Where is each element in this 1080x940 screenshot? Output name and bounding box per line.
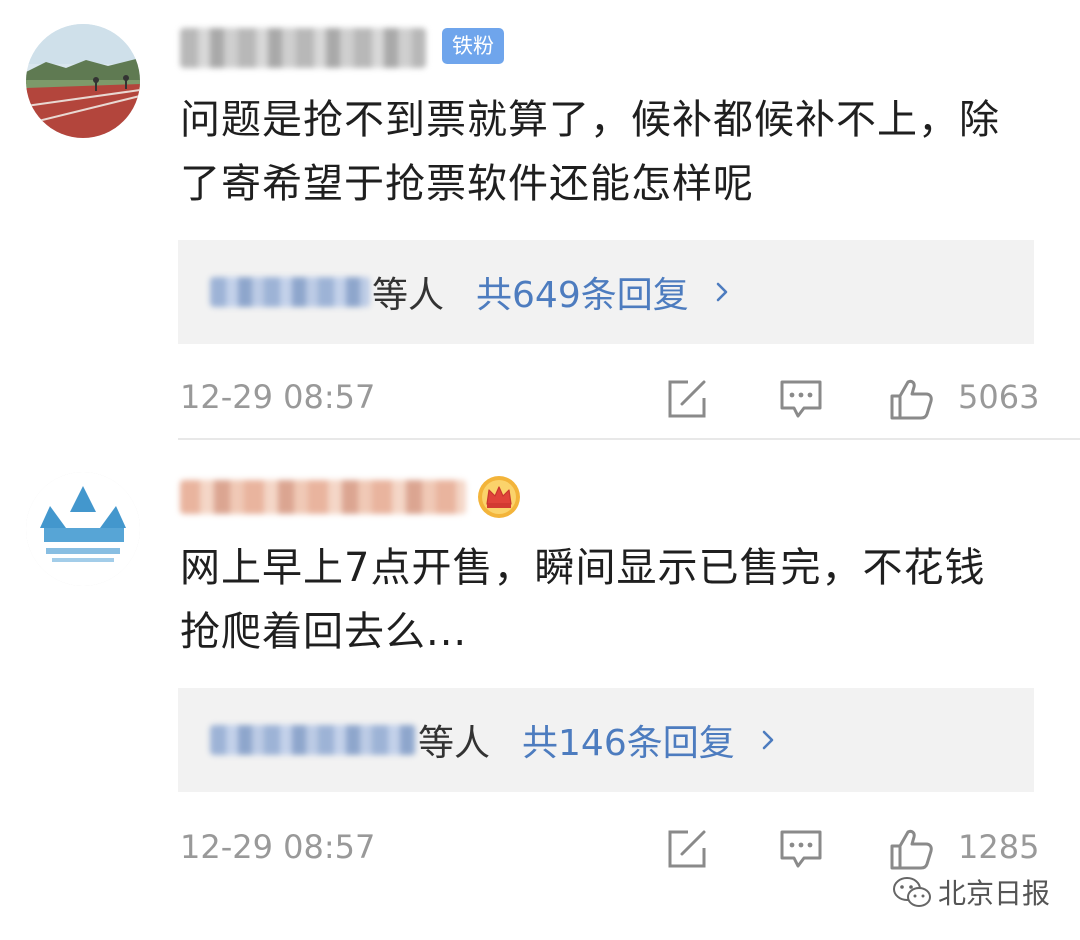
reply-usernames [210,277,370,307]
like-count: 5063 [958,378,1040,416]
reply-count-link[interactable]: 共146条回复 [522,714,735,766]
comment-text: 网上早上7点开售，瞬间显示已售完，不花钱抢爬着回去么... [180,545,986,655]
chevron-right-icon [716,282,728,302]
replies-suffix: 等人 [372,275,445,316]
wechat-icon [893,877,931,907]
watermark-text: 北京日报 [938,877,1051,910]
avatar[interactable] [26,472,140,586]
username[interactable] [180,28,426,68]
crown-icon [478,476,520,518]
replies-summary[interactable]: 等人 共649条回复 [178,240,1034,344]
comment-icon[interactable] [778,826,824,872]
replies-suffix: 等人 [418,723,491,764]
comment-meta: 12-29 08:57 5063 [0,368,1080,428]
thumbs-up-icon[interactable] [888,826,934,872]
fan-badge: 铁粉 [442,28,504,64]
comment-icon[interactable] [778,376,824,422]
avatar[interactable] [26,24,140,138]
timestamp: 12-29 08:57 [180,378,376,416]
share-edit-icon[interactable] [664,376,710,422]
share-edit-icon[interactable] [664,826,710,872]
divider [178,438,1080,440]
comment-item-1: 铁粉 问题是抢不到票就算了，候补都候补不上，除了寄希望于抢票软件还能怎样呢 等人… [0,0,1080,440]
chevron-right-icon [762,730,774,750]
replies-summary[interactable]: 等人 共146条回复 [178,688,1034,792]
thumbs-up-icon[interactable] [888,376,934,422]
reply-count-link[interactable]: 共649条回复 [476,266,689,318]
comment-item-2: 网上早上7点开售，瞬间显示已售完，不花钱抢爬着回去么... 等人 共146条回复… [0,442,1080,940]
like-count: 1285 [958,828,1040,866]
comment-text: 问题是抢不到票就算了，候补都候补不上，除了寄希望于抢票软件还能怎样呢 [180,97,1000,207]
watermark: 北京日报 [892,872,1050,912]
avatar-image [26,24,140,138]
avatar-image [26,472,140,586]
comment-meta: 12-29 08:57 1285 [0,818,1080,878]
timestamp: 12-29 08:57 [180,828,376,866]
username[interactable] [180,480,466,514]
reply-usernames [210,725,416,755]
